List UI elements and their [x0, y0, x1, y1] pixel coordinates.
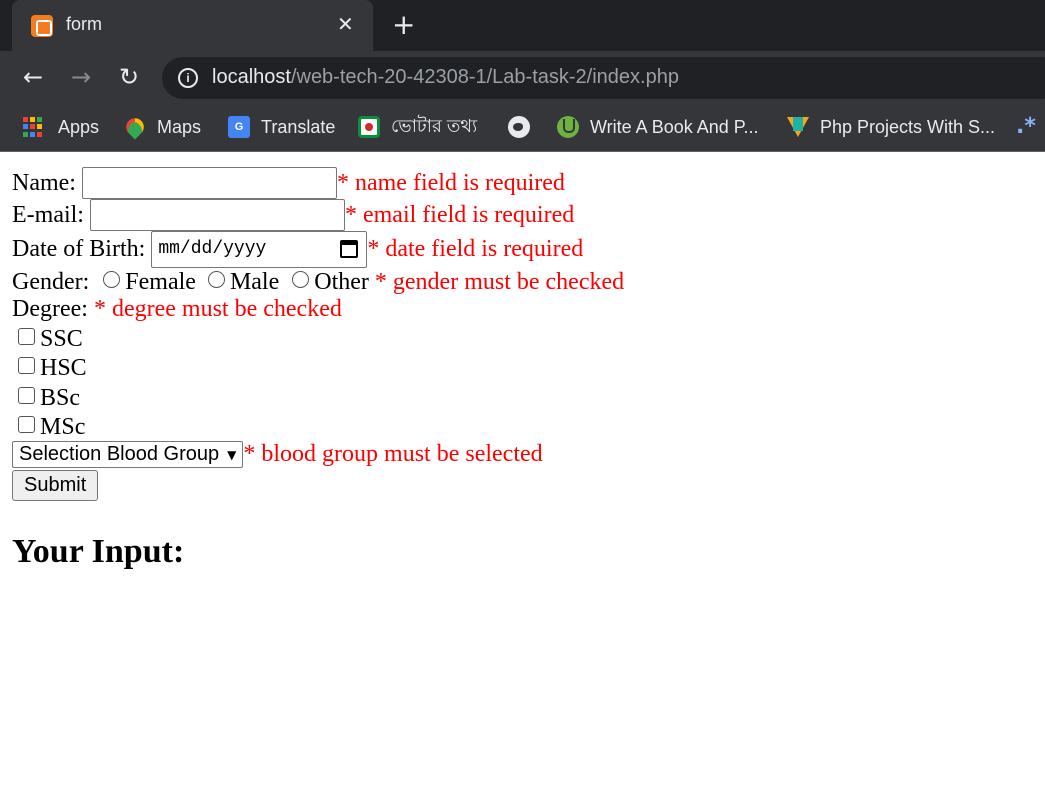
- degree-hsc-row: HSC: [18, 355, 87, 382]
- bookmark-label: Write A Book And P...: [590, 116, 759, 137]
- xampp-favicon-icon: [31, 15, 53, 37]
- degree-msc-checkbox[interactable]: [18, 416, 35, 433]
- bookmark-globe[interactable]: [508, 114, 541, 140]
- reload-icon[interactable]: ↻: [115, 63, 143, 91]
- blood-group-error: * blood group must be selected: [243, 441, 543, 467]
- bookmark-apps[interactable]: Apps: [22, 114, 99, 140]
- site-info-icon[interactable]: i: [178, 68, 198, 88]
- gender-label: Gender:: [12, 269, 90, 295]
- url-host: localhost: [212, 66, 291, 88]
- bookmark-php-projects[interactable]: Php Projects With S...: [787, 114, 995, 140]
- submit-button[interactable]: Submit: [12, 470, 99, 501]
- calendar-icon[interactable]: [340, 240, 359, 258]
- tab-title: form: [66, 14, 102, 34]
- bookmark-label: Apps: [58, 116, 100, 137]
- more-bookmarks-icon[interactable]: .*: [1016, 114, 1036, 139]
- bookmark-translate[interactable]: G Translate: [228, 114, 335, 140]
- gender-error: * gender must be checked: [374, 269, 625, 295]
- degree-label: Degree:: [12, 296, 88, 322]
- dob-label: Date of Birth:: [12, 236, 146, 262]
- php-projects-icon: [787, 117, 809, 137]
- degree-ssc-checkbox[interactable]: [18, 328, 35, 345]
- gender-female-label: Female: [125, 269, 196, 295]
- bookmark-maps[interactable]: Maps: [122, 114, 202, 140]
- degree-msc-label: MSc: [40, 414, 86, 440]
- name-label: Name:: [12, 169, 76, 196]
- blood-group-select[interactable]: Selection Blood Group ▼: [12, 441, 244, 468]
- browser-tab[interactable]: form ✕: [12, 0, 373, 51]
- gender-female-radio[interactable]: [103, 271, 121, 288]
- bookmark-label: Translate: [261, 116, 336, 137]
- blood-group-selected: Selection Blood Group: [19, 443, 220, 465]
- gender-male-radio[interactable]: [207, 271, 225, 288]
- dob-row: Date of Birth: mm/dd/yyyy * date field i…: [12, 231, 583, 268]
- tab-strip: form ✕ +: [0, 0, 1045, 51]
- google-translate-icon: G: [228, 116, 250, 138]
- your-input-heading: Your Input:: [12, 533, 185, 570]
- back-arrow-icon[interactable]: ←: [19, 63, 47, 91]
- browser-toolbar: ← → ↻ i localhost/web-tech-20-42308-1/La…: [0, 51, 1045, 104]
- name-row: Name: * name field is required: [12, 167, 565, 199]
- degree-bsc-checkbox[interactable]: [18, 387, 35, 404]
- bookmark-write-book[interactable]: Write A Book And P...: [557, 114, 758, 140]
- bookmark-label: Php Projects With S...: [820, 116, 996, 137]
- gender-other-label: Other: [314, 269, 369, 295]
- submit-row: Submit: [12, 470, 99, 501]
- gender-row: Gender: Female Male Other * gender must …: [12, 269, 624, 296]
- email-error: * email field is required: [344, 201, 575, 228]
- degree-bsc-row: BSc: [18, 385, 80, 412]
- degree-row: Degree: * degree must be checked: [12, 296, 342, 323]
- degree-bsc-label: BSc: [40, 385, 81, 411]
- bookmark-label: ভোটার তথ্য: [391, 115, 478, 136]
- dob-input[interactable]: mm/dd/yyyy: [151, 231, 368, 268]
- chevron-down-icon: ▼: [227, 447, 237, 462]
- write-book-icon: [557, 116, 579, 138]
- google-maps-icon: [122, 114, 148, 140]
- page-content: Name: * name field is required E-mail: *…: [0, 153, 1045, 799]
- address-bar[interactable]: i localhost/web-tech-20-42308-1/Lab-task…: [162, 57, 1045, 99]
- new-tab-icon[interactable]: +: [392, 10, 415, 40]
- bookmarks-bar: Apps Maps G Translate ভোটার তথ্য Write A…: [0, 104, 1045, 152]
- name-input[interactable]: [81, 167, 337, 199]
- bookmark-voter-info[interactable]: ভোটার তথ্য: [358, 114, 477, 140]
- gender-other-radio[interactable]: [292, 271, 310, 288]
- degree-ssc-row: SSC: [18, 326, 83, 353]
- degree-hsc-checkbox[interactable]: [18, 357, 35, 374]
- email-row: E-mail: * email field is required: [12, 199, 574, 231]
- close-tab-icon[interactable]: ✕: [337, 12, 354, 36]
- voter-info-icon: [358, 116, 380, 138]
- dob-placeholder: mm/dd/yyyy: [158, 239, 267, 259]
- dob-error: * date field is required: [367, 236, 584, 262]
- url-path: /web-tech-20-42308-1/Lab-task-2/index.ph…: [290, 66, 679, 88]
- blood-group-row: Selection Blood Group ▼ * blood group mu…: [12, 441, 543, 468]
- name-error: * name field is required: [336, 169, 565, 196]
- gender-male-label: Male: [229, 269, 280, 295]
- url-text[interactable]: localhost/web-tech-20-42308-1/Lab-task-2…: [212, 66, 679, 89]
- globe-icon: [508, 116, 530, 138]
- degree-error: * degree must be checked: [93, 296, 342, 322]
- degree-hsc-label: HSC: [40, 355, 87, 381]
- email-label: E-mail:: [12, 201, 84, 228]
- degree-ssc-label: SSC: [40, 326, 83, 352]
- degree-msc-row: MSc: [18, 414, 85, 441]
- email-input[interactable]: [89, 199, 345, 231]
- apps-grid-icon: [22, 116, 44, 138]
- bookmark-label: Maps: [157, 116, 202, 137]
- forward-arrow-icon[interactable]: →: [67, 63, 95, 91]
